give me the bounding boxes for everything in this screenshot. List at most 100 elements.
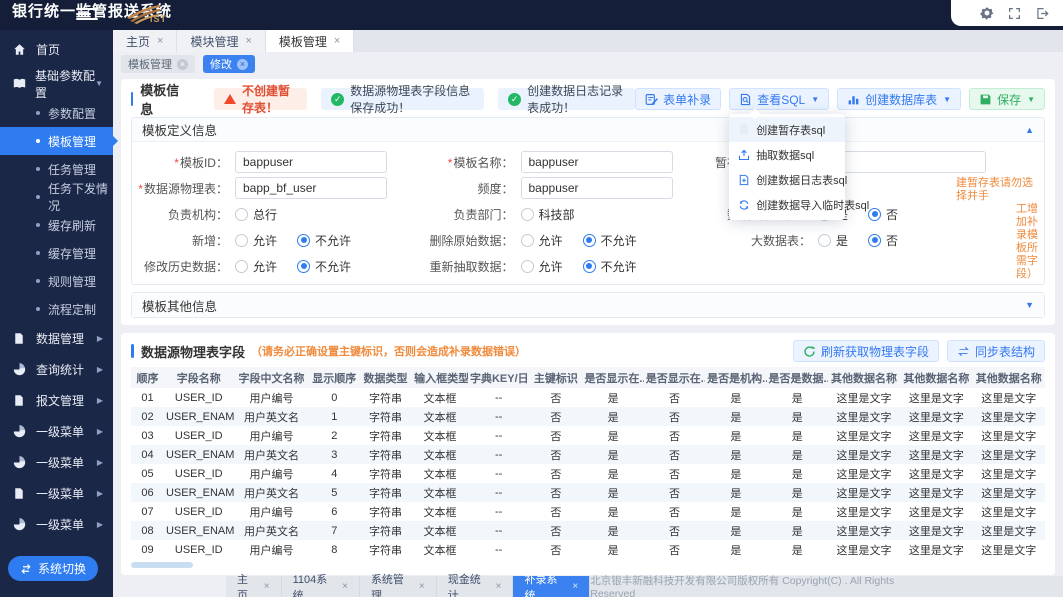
collapse-up-icon[interactable]: ▲ [1025,125,1034,135]
bottom-tab-系统管理[interactable]: 系统管理 × [360,576,437,597]
数据源物理表-input[interactable] [235,177,387,199]
table-row[interactable]: 03USER_ID用户编号2字符串文本框--否是否是是这里是文字这里是文字这里是… [131,426,1045,445]
table-row[interactable]: 06USER_ENAME用户英文名5字符串文本框--否是否是是这里是文字这里是文… [131,483,1045,502]
sidebar-item-6[interactable]: 规则管理 [0,267,113,295]
bottom-tab-补录系统[interactable]: 补录系统 × [513,576,590,597]
close-icon[interactable]: × [237,59,248,70]
radio-option-允许[interactable]: 允许 [235,258,277,275]
close-icon[interactable]: × [496,581,502,592]
table-row[interactable]: 07USER_ID用户编号6字符串文本框--否是否是是这里是文字这里是文字这里是… [131,502,1045,521]
radio-label: 允许 [253,232,277,249]
保存-button[interactable]: 保存▼ [969,88,1045,110]
menu-item-创建暂存表sql[interactable]: 创建暂存表sql [729,117,845,142]
fullscreen-icon[interactable] [1008,7,1021,20]
频度-input[interactable] [521,177,673,199]
pie-icon [13,518,27,531]
表单补录-button[interactable]: 表单补录 [635,88,721,110]
panel2-toolbar: 刷新获取物理表字段 同步表结构 [793,340,1045,362]
sidebar-item-home[interactable]: 首页 [0,30,113,68]
sidebar-group-1[interactable]: 数据管理 ▶ [0,323,113,354]
table-row[interactable]: 09USER_ID用户编号8字符串文本框--否是否是是这里是文字这里是文字这里是… [131,540,1045,559]
bottom-tab-1104系统[interactable]: 1104系统 × [282,576,360,597]
sidebar-item-5[interactable]: 缓存管理 [0,239,113,267]
collapse-down-icon[interactable]: ▼ [1025,300,1034,310]
同步表结构-button[interactable]: 同步表结构 [947,340,1045,362]
radio-option-不允许[interactable]: 不允许 [583,258,637,275]
notification-text: 创建数据日志记录表成功！ [527,82,625,116]
table-row[interactable]: 02USER_ENAME用户英文名1字符串文本框--否是否是是这里是文字这里是文… [131,407,1045,426]
radio-option-允许[interactable]: 允许 [521,258,563,275]
table-row[interactable]: 01USER_ID用户编号0字符串文本框--否是否是是这里是文字这里是文字这里是… [131,388,1045,407]
radio-option-是[interactable]: 是 [818,232,848,249]
gear-icon[interactable] [980,6,994,20]
模板ID-input[interactable] [235,151,387,173]
table-cell: 是 [767,388,828,407]
form-field-负责部门: 负责部门： 科技部 [418,201,704,227]
close-icon[interactable]: × [157,35,163,47]
tab-主页[interactable]: 主页 × [113,30,177,52]
logout-icon[interactable] [1035,7,1049,20]
close-icon[interactable]: × [264,581,270,592]
radio-option-科技部[interactable]: 科技部 [521,206,575,223]
field-label: *模板ID： [132,154,228,171]
close-icon[interactable]: × [572,581,578,592]
table-cell: 否 [529,426,582,445]
tab-模块管理[interactable]: 模块管理 × [177,30,265,52]
模板名称-input[interactable] [521,151,673,173]
table-row[interactable]: 05USER_ID用户编号4字符串文本框--否是否是是这里是文字这里是文字这里是… [131,464,1045,483]
app-logo: IST [124,2,167,26]
bottom-tab-现金统计[interactable]: 现金统计 × [437,576,514,597]
table-cell: 是 [582,521,643,540]
radio-option-否[interactable]: 否 [868,232,898,249]
radio-option-不允许[interactable]: 不允许 [297,232,351,249]
breadcrumb-chip-模板管理[interactable]: 模板管理 × [121,55,195,73]
template-define-section: 模板定义信息 ▲ *模板ID：*模板名称：暂存数据表名称：*数据源物理表：频度：… [131,117,1045,285]
table-row[interactable]: 08USER_ENAME用户英文名7字符串文本框--否是否是是这里是文字这里是文… [131,521,1045,540]
sidebar-group-4[interactable]: 一级菜单 ▶ [0,416,113,447]
close-icon[interactable]: × [245,35,251,47]
sidebar-group-7[interactable]: 一级菜单 ▶ [0,509,113,540]
panel1-toolbar: 表单补录 查看SQL▼ 创建暂存表sql 抽取数据sql 创建数据日志表sql … [635,88,1045,110]
radio-option-否[interactable]: 否 [868,206,898,223]
sidebar-group-3[interactable]: 报文管理 ▶ [0,385,113,416]
menu-item-创建数据日志表sql[interactable]: 创建数据日志表sql [729,167,845,192]
sidebar-item-0[interactable]: 参数配置 [0,99,113,127]
刷新获取物理表字段-button[interactable]: 刷新获取物理表字段 [793,340,939,362]
sidebar-group-6[interactable]: 一级菜单 ▶ [0,478,113,509]
sidebar-collapse-icon[interactable] [76,8,98,22]
sidebar-group-5[interactable]: 一级菜单 ▶ [0,447,113,478]
sidebar-item-3[interactable]: 任务下发情况 [0,183,113,211]
sidebar-item-2[interactable]: 任务管理 [0,155,113,183]
table-cell: USER_ID [164,426,234,445]
sidebar-group-2[interactable]: 查询统计 ▶ [0,354,113,385]
创建数据库表-button[interactable]: 创建数据库表▼ [837,88,961,110]
sidebar-group-0[interactable]: 基础参数配置 ▼ [0,68,113,99]
system-switch-button[interactable]: 系统切换 [8,556,98,581]
table-cell: 07 [131,502,164,521]
menu-item-抽取数据sql[interactable]: 抽取数据sql [729,142,845,167]
table-row[interactable]: 04USER_ENAME用户英文名3字符串文本框--否是否是是这里是文字这里是文… [131,445,1045,464]
menu-item-创建数据导入临时表sql[interactable]: 创建数据导入临时表sql [729,192,845,217]
breadcrumb-chip-修改[interactable]: 修改 × [203,55,255,73]
sidebar-item-4[interactable]: 缓存刷新 [0,211,113,239]
radio-option-允许[interactable]: 允许 [235,232,277,249]
table-cell: -- [468,407,529,426]
sidebar-item-1[interactable]: 模板管理 [0,127,113,155]
pie-icon [13,363,27,376]
radio-option-允许[interactable]: 允许 [521,232,563,249]
radio-option-不允许[interactable]: 不允许 [583,232,637,249]
tab-模板管理[interactable]: 模板管理 × [266,30,354,52]
close-icon[interactable]: × [342,581,348,592]
close-icon[interactable]: × [334,35,340,47]
tab-label: 模块管理 [190,33,238,50]
radio-option-不允许[interactable]: 不允许 [297,258,351,275]
sidebar-item-label: 缓存管理 [48,245,96,262]
bottom-tab-主页[interactable]: 主页 × [226,576,282,597]
查看SQL-button[interactable]: 查看SQL▼ [729,88,829,110]
close-icon[interactable]: × [419,581,425,592]
close-icon[interactable]: × [177,59,188,70]
sidebar-item-7[interactable]: 流程定制 [0,295,113,323]
radio-option-总行[interactable]: 总行 [235,206,277,223]
field-label: 大数据表： [703,232,811,249]
horizontal-scrollbar[interactable] [131,562,193,568]
